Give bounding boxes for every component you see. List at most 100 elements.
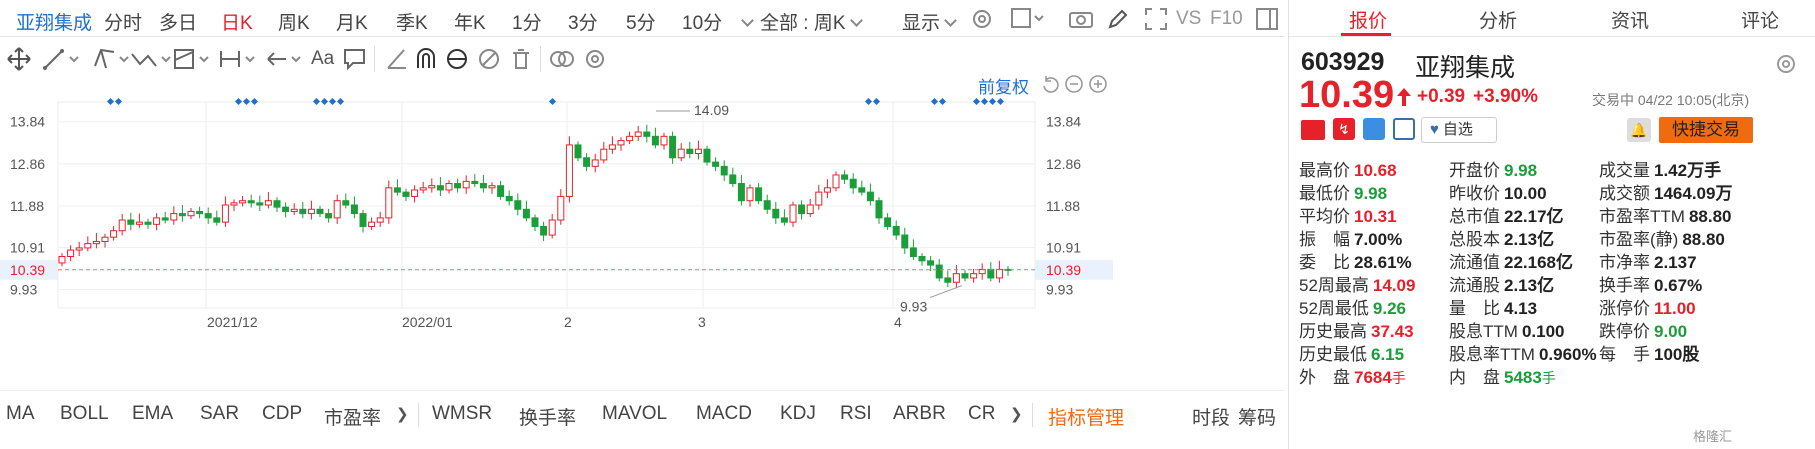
tab-news[interactable]: 资讯 [1611,6,1649,33]
candle-body [712,161,720,167]
trash-icon[interactable] [508,46,534,72]
vs-button[interactable]: VS [1176,8,1201,30]
indicator-arbr[interactable]: ARBR [893,403,946,425]
candle-body [67,249,75,257]
tag-icon[interactable] [1363,118,1385,140]
tab-jik[interactable]: 季K [396,8,428,35]
angle-tool-icon[interactable] [384,46,410,72]
display-label: 显示 [902,13,941,34]
indicator-mavol[interactable]: MAVOL [602,403,667,425]
notes-icon[interactable] [1393,118,1415,140]
quote-label: 换手率 [1599,276,1650,295]
toolbar-divider [374,46,375,72]
text-tool-icon[interactable]: Aa [311,48,334,70]
tab-comments[interactable]: 评论 [1741,6,1779,33]
quote-row: 52周最高 14.09 [1299,271,1415,296]
candle-body [213,217,221,223]
chevron-down-icon[interactable] [737,14,754,34]
indicator-macd[interactable]: MACD [696,403,752,425]
indicator-ema[interactable]: EMA [132,403,173,425]
comment-icon[interactable] [342,46,368,72]
display-dropdown[interactable]: 显示 [902,8,957,35]
quote-label: 每 手 [1599,345,1650,364]
candle-body [204,213,212,219]
candle-body [187,210,195,217]
quote-value: 10.31 [1354,207,1397,226]
indicator-sar[interactable]: SAR [200,403,239,425]
indicator-cdp[interactable]: CDP [262,403,302,425]
indicator-wmsr[interactable]: WMSR [432,403,492,425]
tab-zhouk[interactable]: 周K [278,8,310,35]
candle-body [875,200,883,219]
chip-distribution-button[interactable]: 筹码 [1238,403,1276,430]
settings-icon[interactable] [1774,52,1798,76]
event-marker [234,97,243,106]
lock-sync-icon[interactable] [444,46,470,72]
indicator-cr[interactable]: CR [968,403,995,425]
compare-icon[interactable] [548,46,576,72]
candlestick-svg[interactable]: 13.84 13.84 12.86 12.86 11.88 11.88 10.91 10.91… [0,82,1285,380]
tab-10fen[interactable]: 10分 [682,8,722,35]
kline-chart[interactable]: 前复权 13.84 13.84 12.86 12.86 11.88 11.88 10.91 1… [0,75,1285,380]
f10-button[interactable]: F10 [1210,8,1243,30]
indicator-kdj[interactable]: KDJ [780,403,816,425]
tab-3fen[interactable]: 3分 [568,8,598,35]
fib-tool-icon[interactable] [172,46,212,72]
layout-square-icon[interactable] [1010,7,1046,31]
tab-analysis[interactable]: 分析 [1479,6,1517,33]
channel-tool-icon[interactable] [92,46,132,72]
gear-icon[interactable] [582,46,608,72]
stock-name-tab[interactable]: 亚翔集成 [16,8,92,35]
trend-icon[interactable]: ↯ [1333,118,1355,140]
range-select[interactable]: 全部 : 周K [760,8,863,35]
time-period-button[interactable]: 时段 [1192,403,1230,430]
tab-rik[interactable]: 日K [221,8,253,35]
quote-row: 每 手 100股 [1599,340,1699,365]
candle-body [402,191,410,197]
move-icon[interactable] [6,46,32,72]
chevron-right-icon[interactable]: ❯ [396,405,409,423]
last-price: 10.39 [1299,74,1395,116]
candle-body [772,208,780,219]
quote-row: 股息率TTM 0.960% [1449,340,1597,365]
tab-niank[interactable]: 年K [454,8,486,35]
magnet-icon[interactable] [413,46,439,72]
tab-1fen[interactable]: 1分 [512,8,542,35]
indicator-ma[interactable]: MA [6,403,35,425]
indicator-manage-button[interactable]: 指标管理 [1048,403,1124,430]
camera-icon[interactable] [1068,7,1094,31]
wave-tool-icon[interactable] [130,46,174,72]
line-tool-icon[interactable] [42,46,82,72]
quote-label: 股息率TTM [1449,345,1535,364]
chevron-right-icon[interactable]: ❯ [1010,405,1023,423]
arrow-tool-icon[interactable] [264,46,304,72]
toolbar-divider [540,46,541,72]
measure-tool-icon[interactable] [218,46,258,72]
tab-duori[interactable]: 多日 [159,8,197,35]
bell-icon[interactable]: 🔔 [1627,118,1651,142]
quote-label: 内 盘 [1449,368,1500,387]
tab-fenshi[interactable]: 分时 [104,8,142,35]
period-high-label: 14.09 [694,102,729,118]
x-tick-label: 4 [894,314,902,330]
indicator-rsi[interactable]: RSI [840,403,872,425]
indicator-boll[interactable]: BOLL [60,403,109,425]
tab-yuek[interactable]: 月K [336,8,368,35]
candle-body [385,187,393,219]
quick-trade-button[interactable]: 快捷交易 [1659,117,1753,143]
candle-body [445,183,453,191]
tab-5fen[interactable]: 5分 [626,8,656,35]
tab-quote[interactable]: 报价 [1349,6,1387,33]
candle-body [127,219,135,225]
indicator-turnover[interactable]: 换手率 [519,403,576,430]
hide-drawings-icon[interactable] [476,46,502,72]
stock-name: 亚翔集成 [1415,54,1516,82]
fullscreen-icon[interactable] [1144,7,1168,31]
add-watchlist-button[interactable]: ♥ 自选 [1421,117,1497,143]
x-tick-label: 3 [698,314,706,330]
indicator-pe[interactable]: 市盈率 [324,403,381,430]
settings-icon[interactable] [970,7,994,31]
watchlist-label: 自选 [1442,121,1473,138]
pencil-icon[interactable] [1106,7,1130,31]
sidebar-toggle-icon[interactable] [1255,7,1279,31]
